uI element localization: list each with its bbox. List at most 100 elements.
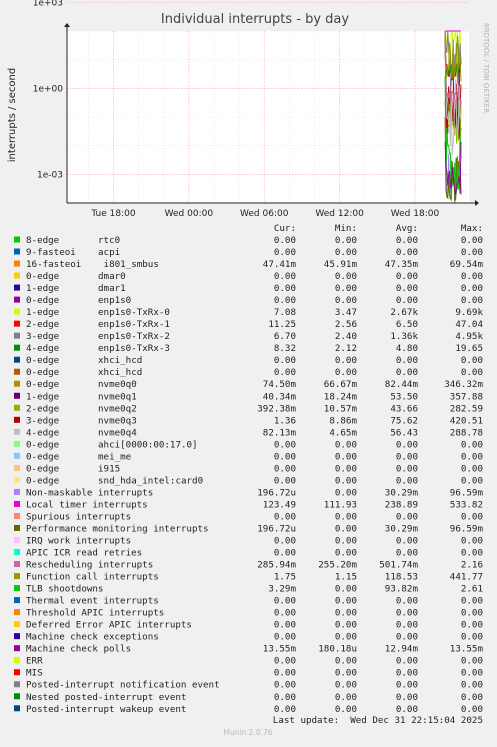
legend-swatch [14,621,20,628]
legend-min-value: 111.93 [324,499,357,510]
legend-swatch [14,524,20,531]
legend-swatch [14,452,20,459]
legend-avg-value: 30.29m [385,523,419,534]
legend-label: Machine check polls [26,644,131,655]
legend-max-value: 0.00 [461,632,483,643]
legend-device: enp1s0-TxRx-0 [98,307,170,318]
legend-min-value: 0.00 [335,584,357,595]
legend-label: 9-fasteoi [26,247,76,258]
legend-avg-value: 0.00 [396,656,418,667]
legend-swatch [14,633,20,640]
legend-swatch [14,404,20,411]
legend-max-value: 0.00 [461,235,483,246]
legend-avg-value: 0.00 [396,235,418,246]
legend-device: dmar0 [98,271,126,282]
legend-avg-value: 501.74m [379,560,418,571]
header-cur: Cur: [274,223,296,234]
legend-avg-value: 238.89 [385,499,418,510]
legend-device: mei_me [98,451,131,462]
legend-label: Posted-interrupt notification event [26,680,220,691]
legend-cur-value: 47.41m [263,259,297,270]
legend-min-value: 0.00 [335,487,357,498]
legend-cur-value: 1.75 [274,572,296,583]
legend-max-value: 96.59m [450,487,484,498]
legend-swatch [14,284,20,291]
legend-cur-value: 0.00 [274,463,296,474]
legend-label: Non-maskable interrupts [26,487,153,498]
legend-label: 0-edge [26,475,59,486]
legend-cur-value: 0.00 [274,656,296,667]
legend-max-value: 0.00 [461,704,483,715]
legend-label: 1-edge [26,307,59,318]
legend-cur-value: 0.00 [274,680,296,691]
legend-max-value: 0.00 [461,692,483,703]
legend-cur-value: 0.00 [274,271,296,282]
legend-max-value: 47.04 [455,319,483,330]
legend-avg-value: 0.00 [396,608,418,619]
legend-label: TLB shootdowns [26,584,103,595]
legend-cur-value: 0.00 [274,475,296,486]
legend-label: ERR [26,656,43,667]
legend-max-value: 0.00 [461,668,483,679]
interrupts-chart: Individual interrupts - by day interrupt… [0,0,497,743]
legend-device: enp1s0-TxRx-3 [98,343,170,354]
legend-label: 3-edge [26,331,59,342]
legend-avg-value: 0.00 [396,680,418,691]
legend-min-value: 0.00 [335,620,357,631]
y-axis-label: interrupts / second [7,68,18,162]
legend-max-value: 0.00 [461,295,483,306]
legend-cur-value: 0.00 [274,596,296,607]
legend-label: 2-edge [26,319,59,330]
header-min: Min: [335,223,357,234]
legend-device: nvme0q4 [98,427,137,438]
legend-label: Deferred Error APIC interrupts [26,620,192,631]
legend-swatch [14,488,20,495]
legend-min-value: 0.00 [335,596,357,607]
legend-min-value: 10.57m [324,403,358,414]
legend-label: 0-edge [26,271,59,282]
legend-max-value: 0.00 [461,355,483,366]
legend-min-value: 0.00 [335,656,357,667]
legend-avg-value: 0.00 [396,463,418,474]
legend-min-value: 0.00 [335,692,357,703]
legend-device: nvme0q1 [98,391,137,402]
legend-label: Thermal event interrupts [26,596,159,607]
legend-max-value: 0.00 [461,451,483,462]
legend-label: Machine check exceptions [26,632,159,643]
legend-label: Posted-interrupt wakeup event [26,704,186,715]
legend-cur-value: 0.00 [274,247,296,258]
legend-label: APIC ICR read retries [26,548,142,559]
legend-device: nvme0q3 [98,415,137,426]
legend-cur-value: 285.94m [257,560,296,571]
legend-avg-value: 4.80 [396,343,418,354]
legend-avg-value: 56.43 [390,427,418,438]
legend-swatch [14,308,20,315]
legend-min-value: 2.40 [335,331,357,342]
legend-min-value: 0.00 [335,271,357,282]
legend-max-value: 441.77 [450,572,483,583]
legend-device: nvme0q0 [98,379,137,390]
last-update: Last update: Wed Dec 31 22:15:04 2025 [273,715,483,726]
legend-device: i915 [98,463,120,474]
legend-avg-value: 82.44m [385,379,419,390]
legend-swatch [14,537,20,543]
legend-cur-value: 392.38m [257,403,296,414]
legend-cur-value: 82.13m [263,427,297,438]
legend-label: 4-edge [26,343,59,354]
legend-avg-value: 53.50 [390,391,418,402]
legend-cur-value: 3.29m [268,584,296,595]
legend-cur-value: 0.00 [274,620,296,631]
legend-device: rtc0 [98,235,120,246]
legend-swatch [14,645,20,652]
legend-device: xhci_hcd [98,367,142,378]
legend-max-value: 282.59 [450,403,483,414]
rrdtool-credit: RRDTOOL / TOBI OETIKER [482,23,490,113]
legend-label: 0-edge [26,379,59,390]
x-tick-label: Tue 18:00 [90,209,135,219]
legend-min-value: 0.00 [335,608,357,619]
legend-swatch [14,320,20,327]
legend-swatch [14,428,20,435]
legend-min-value: 0.00 [335,680,357,691]
legend-avg-value: 75.62 [390,415,418,426]
legend-device: snd_hda_intel:card0 [98,475,203,486]
